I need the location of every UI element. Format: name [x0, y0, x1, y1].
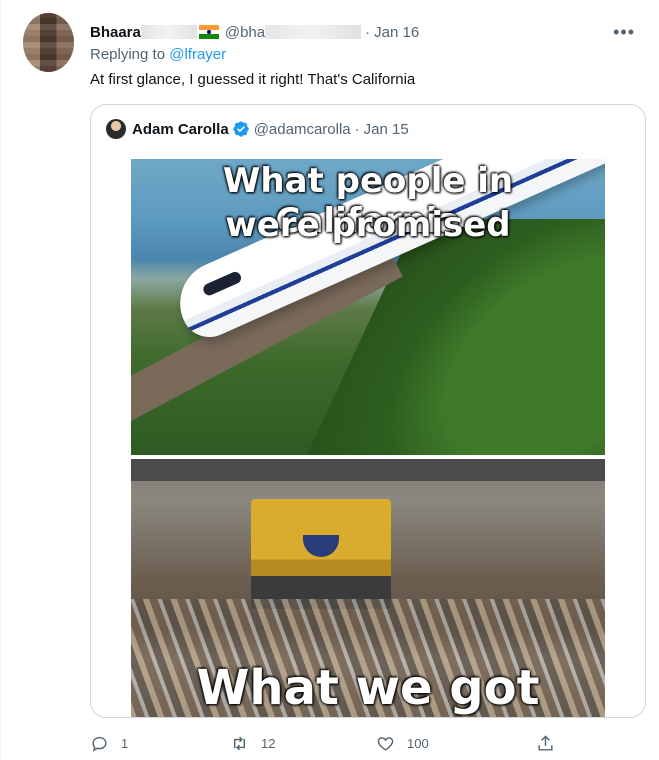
retweet-count: 12: [261, 736, 276, 751]
india-flag-icon: [198, 25, 219, 39]
tweet-text: At first glance, I guessed it right! Tha…: [90, 71, 416, 88]
quoted-avatar[interactable]: [106, 119, 126, 139]
redacted-name-blur: [140, 25, 197, 39]
tweet-actions: 1 12 100: [90, 734, 570, 756]
reply-button[interactable]: 1: [90, 734, 128, 753]
tweet[interactable]: Bhaara @bha · Jan 16 ••• Replying to @lf…: [0, 0, 659, 760]
like-icon: [377, 737, 394, 751]
author-handle[interactable]: @bha: [225, 24, 265, 41]
author-name[interactable]: Bhaara: [90, 24, 141, 41]
quoted-tweet-header: Adam Carolla @adamcarolla · Jan 15: [106, 119, 409, 139]
reply-icon: [92, 736, 107, 752]
share-icon: [538, 735, 553, 751]
meme-caption-bottom: What we got: [196, 660, 540, 716]
like-button[interactable]: 100: [376, 734, 429, 753]
redacted-handle-blur: [265, 25, 362, 39]
tweet-header: Bhaara @bha · Jan 16: [90, 22, 419, 42]
replying-to: Replying to @lfrayer: [90, 46, 226, 63]
meme-caption-top-line2: were promised: [225, 205, 511, 245]
quoted-author-handle[interactable]: @adamcarolla: [254, 121, 351, 138]
verified-icon: [233, 121, 249, 137]
separator-dot: ·: [365, 23, 371, 41]
replying-to-label: Replying to: [90, 46, 166, 63]
avatar[interactable]: [23, 13, 74, 72]
share-button[interactable]: [536, 734, 555, 753]
like-count: 100: [407, 736, 429, 751]
tweet-date[interactable]: Jan 16: [374, 24, 419, 41]
more-icon[interactable]: •••: [613, 22, 635, 43]
separator-dot: ·: [354, 120, 360, 138]
retweet-icon: [234, 736, 245, 751]
reply-count: 1: [121, 736, 129, 751]
quoted-date[interactable]: Jan 15: [364, 121, 409, 138]
quoted-tweet-card[interactable]: Adam Carolla @adamcarolla · Jan 15 What …: [90, 104, 646, 718]
meme-image[interactable]: What people in California were promised …: [131, 159, 605, 717]
replying-to-mention[interactable]: @lfrayer: [169, 46, 226, 63]
quoted-author-name[interactable]: Adam Carolla: [132, 121, 229, 138]
retweet-button[interactable]: 12: [230, 734, 275, 753]
